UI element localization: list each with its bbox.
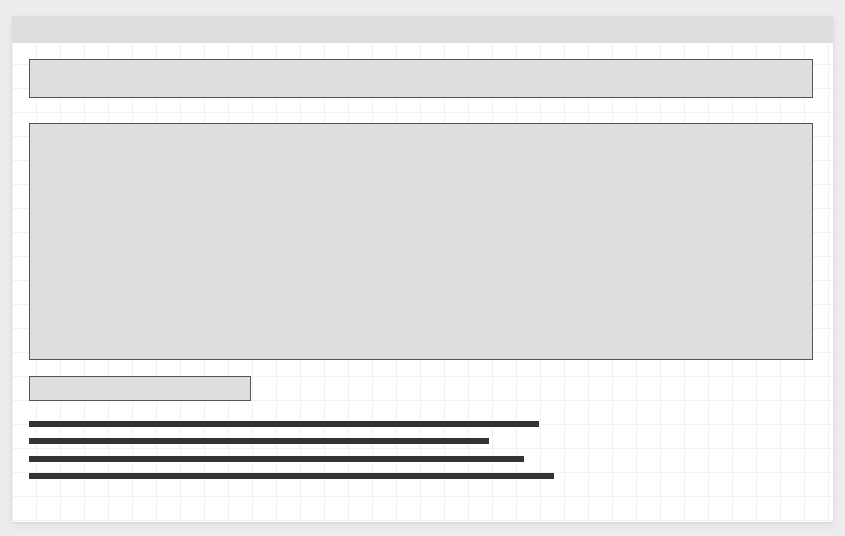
text-line-placeholder[interactable] [29, 473, 554, 479]
text-line-placeholder[interactable] [29, 456, 524, 462]
subheading-placeholder[interactable] [29, 376, 251, 401]
title-placeholder[interactable] [29, 59, 813, 98]
wireframe-canvas[interactable] [12, 16, 833, 522]
topbar-placeholder[interactable] [12, 16, 833, 43]
hero-placeholder[interactable] [29, 123, 813, 360]
text-line-placeholder[interactable] [29, 438, 489, 444]
text-line-placeholder[interactable] [29, 421, 539, 427]
